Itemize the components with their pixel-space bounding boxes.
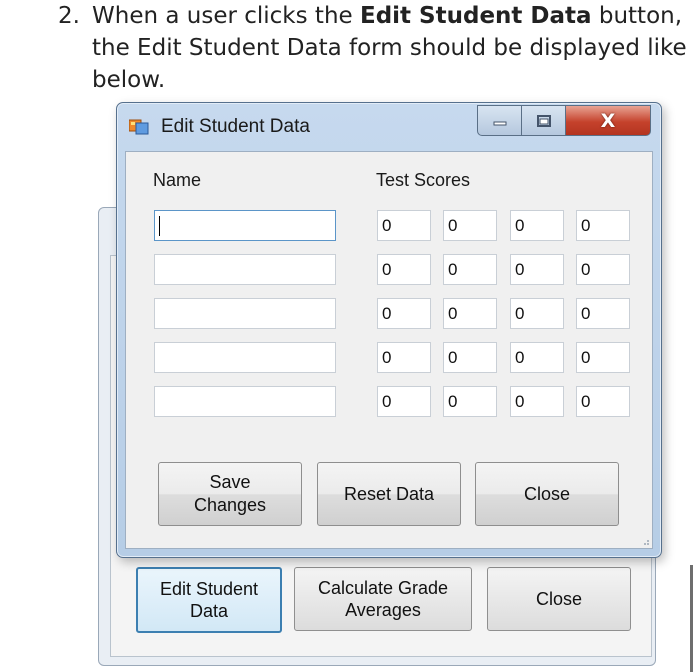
instruction-text: When a user clicks the Edit Student Data… [92, 3, 687, 93]
name-field-2[interactable] [154, 254, 336, 285]
resize-grip-icon[interactable] [642, 538, 650, 546]
maximize-icon [537, 114, 551, 127]
instruction-bold: Edit Student Data [359, 3, 592, 29]
dialog-client-area: Name Test Scores 0 0 0 0 0 0 0 0 0 0 0 0… [125, 151, 653, 549]
score-field[interactable]: 0 [576, 254, 630, 285]
title-close-button[interactable]: X [565, 105, 651, 136]
name-header: Name [153, 170, 202, 190]
score-field[interactable]: 0 [576, 342, 630, 373]
save-changes-button[interactable]: Save Changes [158, 462, 302, 526]
maximize-button[interactable] [521, 105, 567, 136]
score-field[interactable]: 0 [443, 342, 497, 373]
score-field[interactable]: 0 [443, 386, 497, 417]
minimize-button[interactable] [477, 105, 523, 136]
score-field[interactable]: 0 [443, 298, 497, 329]
score-field[interactable]: 0 [576, 298, 630, 329]
main-close-button[interactable]: Close [487, 567, 631, 631]
name-field-4[interactable] [154, 342, 336, 373]
score-field[interactable]: 0 [443, 210, 497, 241]
instruction-number: 2. [58, 3, 80, 29]
dialog-title: Edit Student Data [161, 116, 310, 137]
edit-student-data-dialog: Edit Student Data X Name Test Scores 0 0… [116, 102, 662, 558]
score-field[interactable]: 0 [576, 386, 630, 417]
reset-data-button[interactable]: Reset Data [317, 462, 461, 526]
dialog-close-button[interactable]: Close [475, 462, 619, 526]
score-field[interactable]: 0 [510, 342, 564, 373]
edit-student-data-button[interactable]: Edit Student Data [136, 567, 282, 633]
score-field[interactable]: 0 [510, 386, 564, 417]
name-field-1[interactable] [154, 210, 336, 241]
score-field[interactable]: 0 [576, 210, 630, 241]
form-app-icon [129, 119, 149, 135]
score-field[interactable]: 0 [510, 298, 564, 329]
score-field[interactable]: 0 [377, 210, 431, 241]
scrollbar[interactable] [690, 565, 693, 672]
name-field-5[interactable] [154, 386, 336, 417]
calculate-grade-averages-button[interactable]: Calculate Grade Averages [294, 567, 472, 631]
minimize-icon [493, 121, 507, 125]
score-field[interactable]: 0 [377, 386, 431, 417]
close-icon: X [600, 109, 616, 132]
score-field[interactable]: 0 [443, 254, 497, 285]
score-field[interactable]: 0 [377, 254, 431, 285]
score-field[interactable]: 0 [377, 298, 431, 329]
score-field[interactable]: 0 [510, 210, 564, 241]
score-field[interactable]: 0 [377, 342, 431, 373]
score-field[interactable]: 0 [510, 254, 564, 285]
name-field-3[interactable] [154, 298, 336, 329]
test-scores-header: Test Scores [376, 170, 471, 190]
text-caret [159, 216, 160, 236]
